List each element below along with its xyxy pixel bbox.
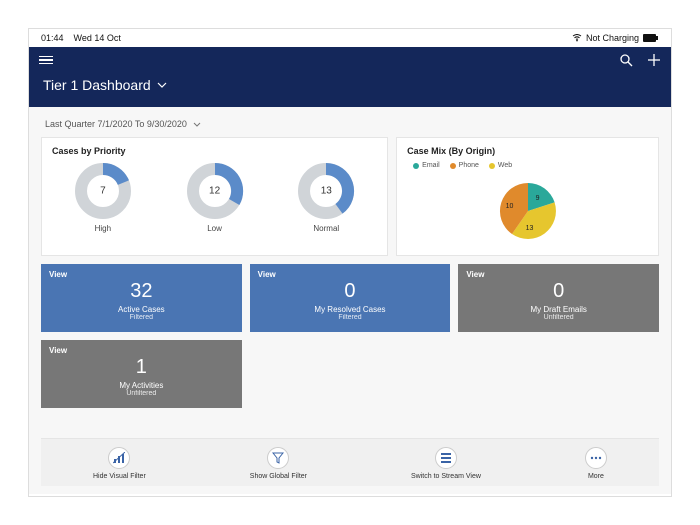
chevron-down-icon xyxy=(157,82,167,88)
tile-value: 0 xyxy=(466,280,651,303)
tile-value: 32 xyxy=(49,280,234,303)
hide-visual-filter-button[interactable]: Hide Visual Filter xyxy=(93,447,146,480)
tile-value: 0 xyxy=(258,280,443,303)
tile-value: 1 xyxy=(49,356,234,379)
device-statusbar: 01:44 Wed 14 Oct Not Charging xyxy=(29,29,671,47)
case-mix-card: Case Mix (By Origin) Email Phone Web 9 xyxy=(396,137,659,256)
button-label: Show Global Filter xyxy=(250,473,307,480)
tile-view-label: View xyxy=(466,270,484,279)
status-time: 01:44 xyxy=(41,33,64,43)
content-area: Last Quarter 7/1/2020 To 9/30/2020 Cases… xyxy=(29,107,671,494)
tile-active-cases[interactable]: View 32 Active Cases Filtered xyxy=(41,264,242,332)
tile-subtitle: Unfiltered xyxy=(49,390,234,397)
menu-button[interactable] xyxy=(39,56,53,65)
cases-by-priority-card: Cases by Priority 7 High 12 xyxy=(41,137,388,256)
tile-title: My Resolved Cases xyxy=(258,305,443,314)
donut-high[interactable]: 7 High xyxy=(74,162,132,233)
show-global-filter-button[interactable]: Show Global Filter xyxy=(250,447,307,480)
tile-subtitle: Filtered xyxy=(258,314,443,321)
tile-subtitle: Unfiltered xyxy=(466,314,651,321)
status-left: 01:44 Wed 14 Oct xyxy=(41,33,121,43)
pie-label-phone: 10 xyxy=(506,203,514,210)
card-title: Case Mix (By Origin) xyxy=(407,146,648,156)
date-range-label: Last Quarter 7/1/2020 To 9/30/2020 xyxy=(45,119,187,129)
more-icon xyxy=(590,456,602,460)
pie-label-email: 9 xyxy=(536,195,540,202)
status-right: Not Charging xyxy=(572,33,659,43)
tile-title: My Activities xyxy=(49,381,234,390)
tile-resolved-cases[interactable]: View 0 My Resolved Cases Filtered xyxy=(250,264,451,332)
list-view-icon xyxy=(440,452,452,464)
button-label: Switch to Stream View xyxy=(411,473,481,480)
switch-stream-view-button[interactable]: Switch to Stream View xyxy=(411,447,481,480)
chart-slash-icon xyxy=(113,452,125,464)
case-mix-pie[interactable]: 9 13 10 xyxy=(492,175,564,247)
donut-label: Low xyxy=(207,224,222,233)
tile-subtitle: Filtered xyxy=(49,314,234,321)
chevron-down-icon xyxy=(193,122,201,127)
add-icon[interactable] xyxy=(647,53,661,67)
donut-value: 12 xyxy=(209,186,220,197)
card-title: Cases by Priority xyxy=(52,146,377,156)
dashboard-title-button[interactable]: Tier 1 Dashboard xyxy=(39,77,661,93)
legend-item-web: Web xyxy=(489,162,512,169)
date-range-picker[interactable]: Last Quarter 7/1/2020 To 9/30/2020 xyxy=(41,117,659,137)
more-button[interactable]: More xyxy=(585,447,607,480)
app-frame: 01:44 Wed 14 Oct Not Charging xyxy=(28,28,672,497)
tile-view-label: View xyxy=(49,270,67,279)
tile-view-label: View xyxy=(258,270,276,279)
button-label: More xyxy=(588,473,604,480)
legend: Email Phone Web xyxy=(407,162,648,169)
donut-value: 13 xyxy=(321,186,332,197)
tile-my-activities[interactable]: View 1 My Activities Unfiltered xyxy=(41,340,242,408)
tile-title: My Draft Emails xyxy=(466,305,651,314)
search-icon[interactable] xyxy=(619,53,633,67)
donut-normal[interactable]: 13 Normal xyxy=(297,162,355,233)
legend-item-phone: Phone xyxy=(450,162,479,169)
donut-label: Normal xyxy=(313,224,339,233)
wifi-icon xyxy=(572,34,582,42)
donut-value: 7 xyxy=(100,186,106,197)
donut-low[interactable]: 12 Low xyxy=(186,162,244,233)
status-date: Wed 14 Oct xyxy=(74,33,121,43)
button-label: Hide Visual Filter xyxy=(93,473,146,480)
donut-label: High xyxy=(95,224,111,233)
navbar: Tier 1 Dashboard xyxy=(29,47,671,107)
tile-title: Active Cases xyxy=(49,305,234,314)
battery-status: Not Charging xyxy=(586,33,639,43)
tile-view-label: View xyxy=(49,346,67,355)
battery-icon xyxy=(643,34,659,42)
funnel-icon xyxy=(272,452,284,464)
pie-label-web: 13 xyxy=(526,225,534,232)
page-title: Tier 1 Dashboard xyxy=(43,77,151,93)
tile-draft-emails[interactable]: View 0 My Draft Emails Unfiltered xyxy=(458,264,659,332)
legend-item-email: Email xyxy=(413,162,440,169)
bottom-toolbar: Hide Visual Filter Show Global Filter Sw… xyxy=(41,438,659,486)
